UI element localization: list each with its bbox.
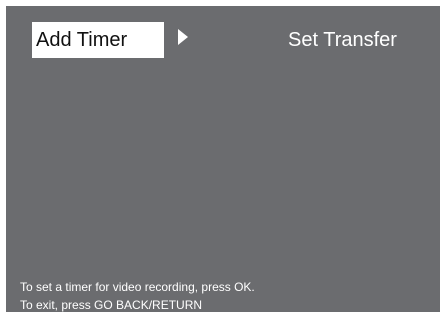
help-text: To set a timer for video recording, pres…: [20, 278, 255, 314]
menu-item-set-transfer[interactable]: Set Transfer: [288, 22, 397, 58]
menu-item-add-timer[interactable]: Add Timer: [32, 22, 164, 58]
timer-menu-screen: Add Timer Set Transfer To set a timer fo…: [6, 6, 440, 312]
help-line-exit: To exit, press GO BACK/RETURN: [20, 298, 203, 312]
help-line-ok: To set a timer for video recording, pres…: [20, 280, 255, 294]
triangle-right-icon: [178, 29, 188, 45]
